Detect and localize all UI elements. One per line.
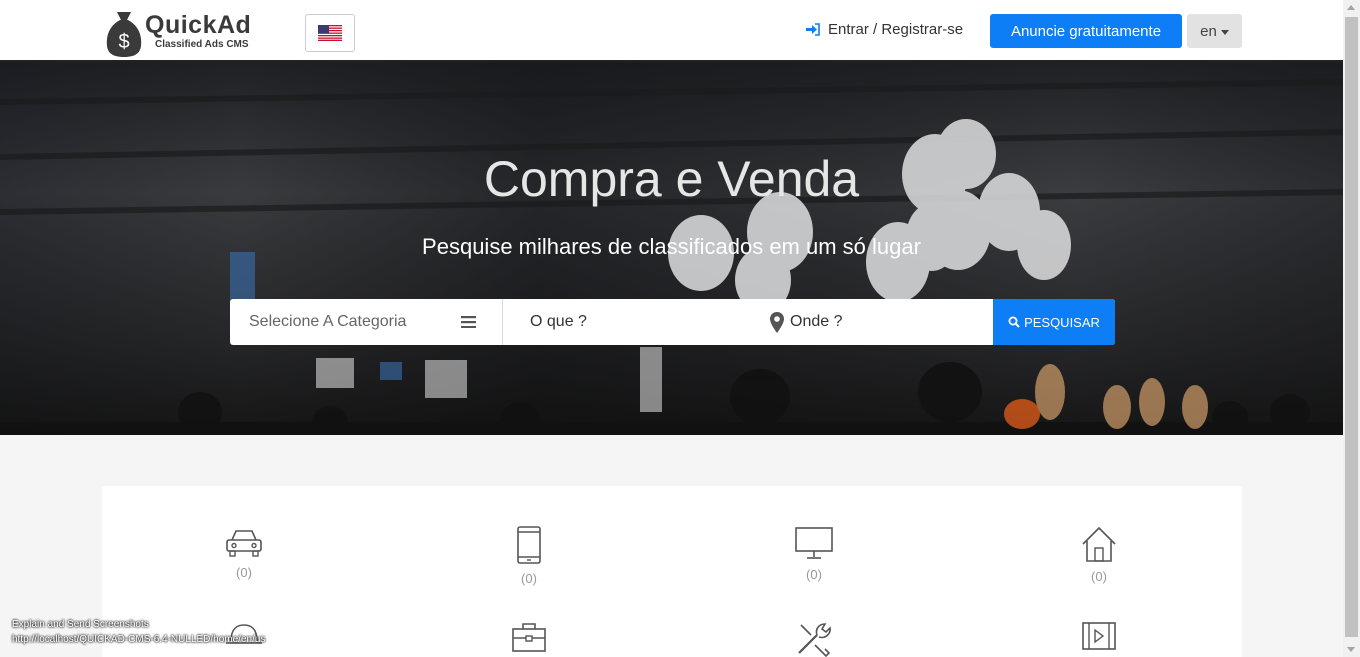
category-select[interactable]: Selecione A Categoria xyxy=(230,299,503,345)
mobile-phone-icon xyxy=(517,526,541,564)
search-icon xyxy=(1008,316,1020,328)
tools-icon xyxy=(798,623,831,657)
login-register-link[interactable]: Entrar / Registrar-se xyxy=(806,21,963,38)
hero-banner: Compra e Venda Pesquise milhares de clas… xyxy=(0,62,1343,435)
menu-bars-icon xyxy=(461,316,476,328)
language-label: en xyxy=(1200,22,1217,40)
keyword-input[interactable]: O que ? xyxy=(503,299,765,345)
hero-subtitle: Pesquise milhares de classificados em um… xyxy=(422,234,921,259)
logo[interactable]: $ QuickAd Classified Ads CMS xyxy=(106,8,251,58)
country-flag-button[interactable] xyxy=(305,14,355,52)
category-count: (0) xyxy=(806,567,822,582)
category-count: (0) xyxy=(1091,569,1107,584)
car-icon xyxy=(226,530,262,557)
caret-down-icon xyxy=(1220,29,1229,35)
film-icon xyxy=(1082,622,1116,650)
post-ad-button[interactable]: Anuncie gratuitamente xyxy=(990,14,1182,48)
category-grid: (0) (0) (0) (0) xyxy=(102,486,1242,657)
money-bag-icon: $ xyxy=(106,8,142,58)
screenshot-overlay: Explain and Send Screenshots http://loca… xyxy=(12,617,265,647)
vertical-scrollbar[interactable] xyxy=(1343,0,1360,657)
map-marker-icon xyxy=(770,311,784,333)
scroll-down-arrow-icon[interactable] xyxy=(1347,647,1355,652)
search-bar: Selecione A Categoria O que ? Onde ? PES… xyxy=(230,299,1115,345)
home-icon xyxy=(1082,526,1116,562)
category-item[interactable] xyxy=(1039,621,1159,656)
login-label: Entrar / Registrar-se xyxy=(828,21,964,38)
category-item[interactable]: (0) xyxy=(184,526,304,580)
monitor-icon xyxy=(795,527,833,559)
overlay-url: http://localhost/QUICKAD-CMS-6.4-NULLED/… xyxy=(12,634,266,645)
sign-in-icon xyxy=(806,23,820,36)
logo-title: QuickAd xyxy=(145,11,252,39)
svg-text:$: $ xyxy=(118,31,129,53)
category-count: (0) xyxy=(236,565,252,580)
top-navbar: $ QuickAd Classified Ads CMS Entrar / Re… xyxy=(0,0,1343,62)
category-placeholder: Selecione A Categoria xyxy=(249,313,407,330)
scroll-thumb[interactable] xyxy=(1345,17,1358,637)
category-item[interactable]: (0) xyxy=(469,526,589,586)
location-placeholder: Onde ? xyxy=(790,313,843,330)
search-button-label: PESQUISAR xyxy=(1024,314,1100,330)
hero-title: Compra e Venda xyxy=(483,151,860,207)
category-item[interactable]: (0) xyxy=(1039,526,1159,584)
location-input[interactable]: Onde ? xyxy=(765,299,993,345)
briefcase-icon xyxy=(512,623,546,652)
category-item[interactable] xyxy=(469,621,589,657)
keyword-placeholder: O que ? xyxy=(530,313,587,330)
logo-subtitle: Classified Ads CMS xyxy=(155,39,249,50)
category-item[interactable] xyxy=(754,621,874,657)
category-item[interactable]: (0) xyxy=(754,526,874,582)
us-flag-icon xyxy=(318,25,342,41)
language-dropdown[interactable]: en xyxy=(1187,14,1242,48)
overlay-line-1: Explain and Send Screenshots xyxy=(12,619,149,630)
search-button[interactable]: PESQUISAR xyxy=(993,299,1115,345)
category-count: (0) xyxy=(521,571,537,586)
scroll-up-arrow-icon[interactable] xyxy=(1347,5,1355,10)
